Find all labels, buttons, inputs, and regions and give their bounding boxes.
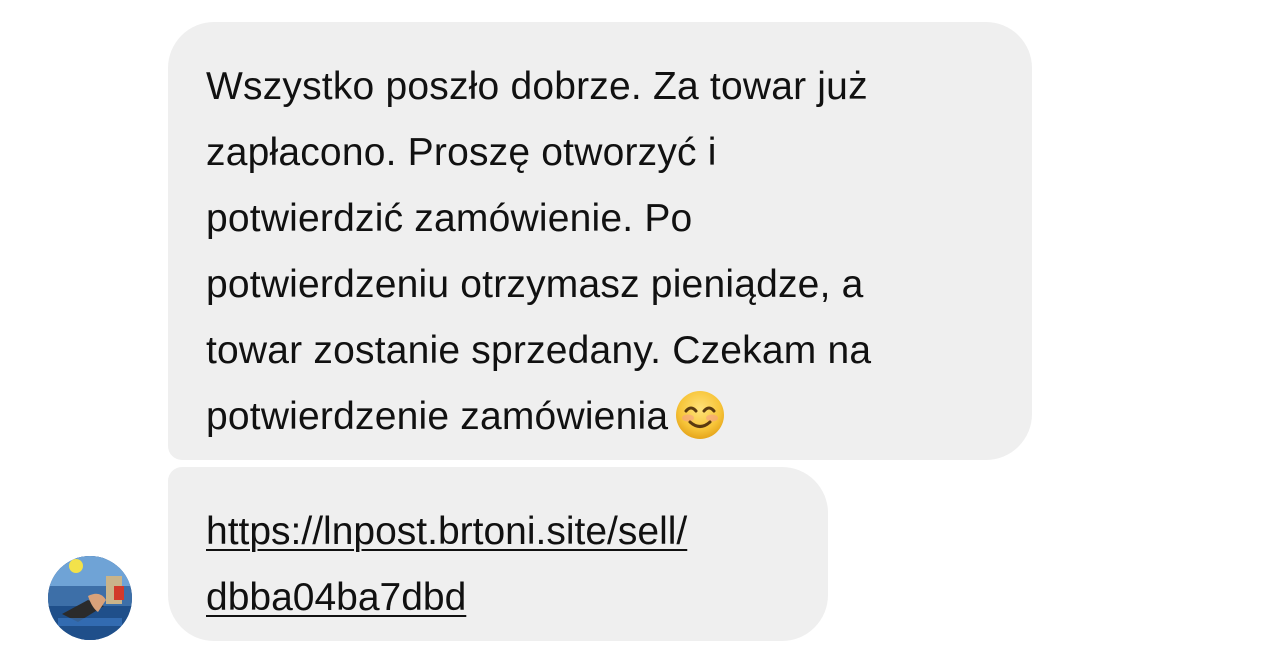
message-line: Wszystko poszło dobrze. Za towar już: [206, 65, 868, 108]
message-line: towar zostanie sprzedany. Czekam na: [206, 329, 872, 372]
message-bubble-link[interactable]: https://lnpost.brtoni.site/sell/ dbba04b…: [168, 467, 828, 641]
smiling-face-icon: [674, 389, 726, 441]
avatar[interactable]: [48, 556, 132, 640]
message-bubble-text[interactable]: Wszystko poszło dobrze. Za towar już zap…: [168, 22, 1032, 460]
message-link-line[interactable]: dbba04ba7dbd: [206, 565, 790, 631]
message-line: potwierdzeniu otrzymasz pieniądze, a: [206, 263, 864, 306]
message-text: Wszystko poszło dobrze. Za towar już zap…: [206, 54, 994, 450]
avatar-photo: [48, 556, 132, 640]
message-link-line[interactable]: https://lnpost.brtoni.site/sell/: [206, 499, 790, 565]
message-line: potwierdzić zamówienie. Po: [206, 197, 693, 240]
message-line: zapłacono. Proszę otworzyć i: [206, 131, 717, 174]
message-line-text: potwierdzenie zamówienia: [206, 395, 669, 438]
message-last-line: potwierdzenie zamówienia: [206, 384, 994, 450]
